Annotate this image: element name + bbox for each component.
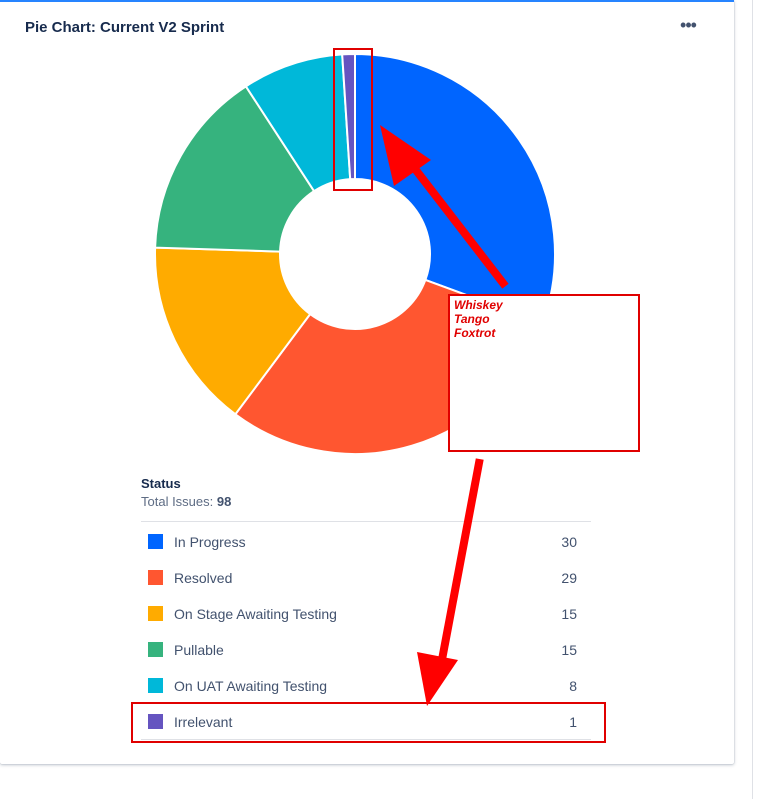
legend-label: On Stage Awaiting Testing bbox=[174, 606, 337, 622]
panel-edge-divider bbox=[752, 0, 753, 799]
legend-swatch bbox=[148, 678, 163, 693]
annotation-note-text: Whiskey Tango Foxtrot bbox=[454, 298, 503, 340]
legend-row-in-progress[interactable]: In Progress 30 bbox=[141, 523, 591, 559]
legend-heading: Status bbox=[141, 476, 181, 491]
annotation-highlight-wedge bbox=[333, 48, 373, 191]
annotation-highlight-row bbox=[131, 702, 606, 743]
pie-slice-in-progress[interactable] bbox=[354, 52, 556, 325]
legend-value: 15 bbox=[561, 606, 577, 622]
legend-label: Pullable bbox=[174, 642, 224, 658]
legend-row-resolved[interactable]: Resolved 29 bbox=[141, 559, 591, 595]
legend-label: Resolved bbox=[174, 570, 233, 586]
legend-swatch bbox=[148, 606, 163, 621]
legend-swatch bbox=[148, 570, 163, 585]
legend-value: 30 bbox=[561, 534, 577, 550]
legend-value: 15 bbox=[561, 642, 577, 658]
legend-label: On UAT Awaiting Testing bbox=[174, 678, 328, 694]
legend-label: In Progress bbox=[174, 534, 246, 550]
legend-row-on-uat[interactable]: On UAT Awaiting Testing 8 bbox=[141, 667, 591, 703]
legend-row-pullable[interactable]: Pullable 15 bbox=[141, 631, 591, 667]
legend-value: 8 bbox=[569, 678, 577, 694]
total-label: Total Issues: bbox=[141, 494, 217, 509]
total-value: 98 bbox=[216, 494, 232, 509]
legend-divider bbox=[141, 521, 591, 522]
legend-swatch bbox=[148, 642, 163, 657]
legend-row-on-stage[interactable]: On Stage Awaiting Testing 15 bbox=[141, 595, 591, 631]
legend-swatch bbox=[148, 534, 163, 549]
annotation-note-box: Whiskey Tango Foxtrot bbox=[448, 294, 640, 452]
legend-value: 29 bbox=[561, 570, 577, 586]
legend-total: Total Issues: 98 bbox=[141, 494, 231, 509]
